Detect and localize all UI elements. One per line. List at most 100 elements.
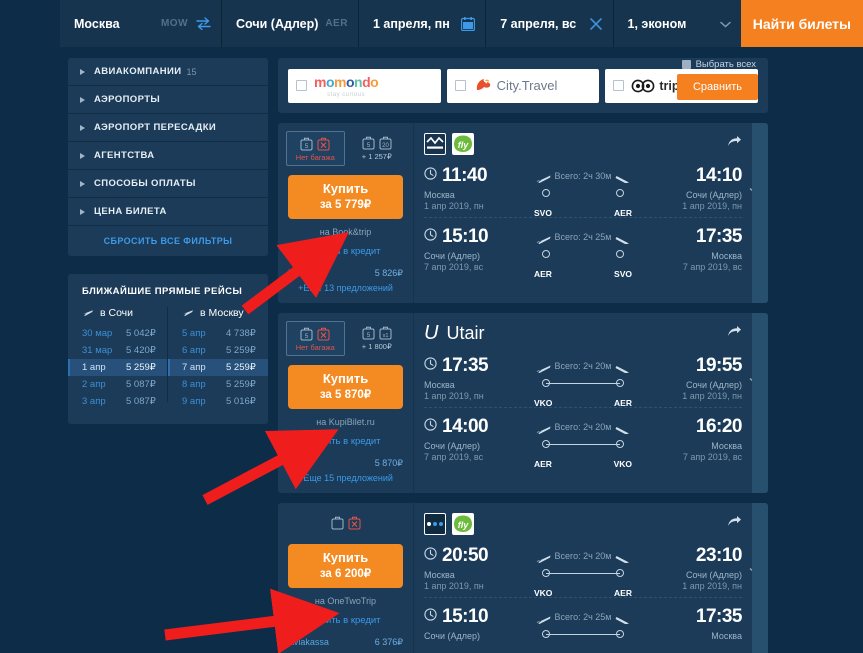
sidebar-item-airlines[interactable]: АВИАКОМПАНИИ 15: [68, 58, 268, 86]
list-item[interactable]: 5 апр 4 738₽: [168, 325, 268, 342]
arrival-time: 17:35: [695, 226, 743, 247]
filter-label: АЭРОПОРТЫ: [94, 94, 161, 105]
ticket-purchase-panel: Купить за 6 200₽ на OneTwoTrip Купить в …: [278, 502, 414, 653]
departure-time: 11:40: [442, 165, 488, 186]
momondo-logo-icon: momondo stay curious: [314, 73, 379, 98]
checkbox-icon[interactable]: [454, 80, 466, 91]
offer-row[interactable]: Aviakassa 6 376₽: [286, 637, 405, 648]
flight-date: 30 мар: [82, 328, 113, 339]
sidebar-item-ticket-price[interactable]: ЦЕНА БИЛЕТА: [68, 198, 268, 226]
plane-takeoff-icon: [536, 613, 552, 631]
return-date-field[interactable]: 7 апреля, вс: [486, 0, 614, 47]
plane-takeoff-icon: [536, 423, 552, 441]
departure-date: 1 апр 2019, пн: [424, 390, 484, 401]
offer-row[interactable]: Utair 5 870₽: [286, 458, 405, 469]
leg-departure: 15:10 Сочи (Адлер) 7 апр 2019, вс: [424, 226, 532, 272]
baggage-option-none[interactable]: 5 Нет багажа: [286, 320, 345, 356]
share-icon[interactable]: [727, 515, 742, 533]
buy-on-credit-link[interactable]: Купить в кредит: [286, 615, 405, 626]
baggage-options: 5 Нет багажа: [286, 131, 405, 166]
list-item[interactable]: 6 апр 5 259₽: [168, 342, 268, 359]
share-icon[interactable]: [727, 135, 742, 153]
buy-button[interactable]: Купить за 6 200₽: [288, 543, 403, 588]
close-icon[interactable]: [589, 17, 603, 31]
more-offers-link[interactable]: +Еще 13 предложений: [286, 283, 405, 293]
origin-field[interactable]: Москва MOW: [60, 0, 223, 47]
calendar-icon[interactable]: [461, 16, 476, 31]
list-item[interactable]: 2 апр 5 087₽: [68, 376, 168, 393]
baggage-icons: 5 20: [351, 135, 404, 150]
depart-date-field[interactable]: 1 апреля, пн: [358, 0, 487, 47]
buy-on-credit-link[interactable]: Купить в кредит: [286, 246, 405, 257]
departure-city: Москва: [424, 569, 455, 580]
ticket-flight-panel: fly: [414, 503, 768, 653]
clock-icon: [424, 547, 437, 565]
carryon-bag-icon: 5: [362, 136, 375, 150]
arrival-date: 7 апр 2019, вс: [682, 451, 742, 462]
ticket-scroll-strip[interactable]: [752, 123, 768, 303]
search-button[interactable]: Найти билеты: [740, 0, 863, 47]
flight-price: 5 042₽: [126, 328, 156, 339]
sidebar-item-agencies[interactable]: АГЕНТСТВА: [68, 142, 268, 170]
reset-filters-button[interactable]: СБРОСИТЬ ВСЕ ФИЛЬТРЫ: [68, 226, 268, 256]
leg-route: Всего: 2ч 30м SVO AER: [532, 165, 634, 218]
partner-card-citytravel[interactable]: City.Travel: [446, 68, 600, 103]
chevron-down-icon[interactable]: [720, 20, 731, 28]
departure-city: Москва: [424, 190, 455, 200]
flight-date: 1 апр: [82, 362, 106, 373]
route-node-arrival: [616, 568, 624, 577]
plane-landing-icon: [614, 423, 630, 441]
passengers-field[interactable]: 1, эконом: [613, 0, 741, 47]
more-offers-link[interactable]: +Еще 15 предложений: [286, 473, 405, 483]
buy-button[interactable]: Купить за 5 870₽: [288, 364, 403, 409]
baggage-option-add[interactable]: 5 20 + 1 257₽: [349, 131, 406, 166]
sidebar-item-transfer-airport[interactable]: АЭРОПОРТ ПЕРЕСАДКИ: [68, 114, 268, 142]
departure-time: 14:00: [442, 415, 489, 437]
arrival-city: Москва: [711, 630, 742, 641]
ticket-scroll-strip[interactable]: [752, 312, 768, 493]
list-item[interactable]: 3 апр 5 087₽: [68, 393, 168, 410]
checkbox-icon[interactable]: [681, 60, 691, 69]
chevron-right-icon: [80, 68, 85, 75]
list-item[interactable]: 9 апр 5 016₽: [168, 393, 268, 410]
list-item[interactable]: 8 апр 5 259₽: [168, 376, 268, 393]
baggage-option-add[interactable]: 5 x1 + 1 800₽: [349, 321, 406, 356]
arrival-airport-code: SVO: [614, 269, 632, 279]
buy-button[interactable]: Купить за 5 779₽: [288, 175, 403, 219]
baggage-option-none[interactable]: [329, 511, 363, 535]
nordwind-logo-icon: [424, 133, 446, 155]
sidebar-item-airports[interactable]: АЭРОПОРТЫ: [68, 86, 268, 114]
plane-landing-icon: [614, 362, 630, 380]
departure-time: 20:50: [442, 544, 489, 566]
partner-card-momondo[interactable]: momondo stay curious: [288, 68, 441, 103]
list-item-selected[interactable]: 7 апр 5 259₽: [168, 359, 268, 376]
swap-arrows-icon[interactable]: [196, 17, 211, 30]
list-item[interactable]: 31 мар 5 420₽: [68, 342, 168, 359]
offer-row[interactable]: Nordwind 5 826₽: [286, 268, 405, 279]
list-item[interactable]: 30 мар 5 042₽: [68, 325, 168, 342]
sidebar-item-payment-methods[interactable]: СПОСОБЫ ОПЛАТЫ: [68, 170, 268, 198]
list-item-selected[interactable]: 1 апр 5 259₽: [68, 359, 168, 376]
destination-field[interactable]: Сочи (Адлер) AER: [222, 0, 359, 47]
clock-icon: [424, 357, 437, 375]
plane-takeoff-icon: [536, 172, 552, 190]
leg-route: Всего: 2ч 25м: [532, 606, 634, 647]
baggage-icons: 5 x1: [351, 325, 404, 340]
ticket-scroll-strip[interactable]: [752, 502, 768, 653]
select-all-partners[interactable]: Выбрать всех: [681, 59, 756, 70]
checkbox-icon[interactable]: [296, 80, 307, 91]
checkbox-icon[interactable]: [613, 80, 625, 91]
svg-text:5: 5: [305, 334, 309, 340]
leg-arrival: 17:35 Москва: [634, 606, 743, 641]
share-icon[interactable]: [727, 325, 742, 343]
plane-takeoff-icon: [536, 552, 552, 570]
buy-on-credit-link[interactable]: Купить в кредит: [286, 436, 405, 447]
compare-button[interactable]: Сравнить: [676, 74, 758, 100]
flight-price: 5 259₽: [226, 379, 256, 390]
leg-arrival: 19:55 Сочи (Адлер) 1 апр 2019, пн: [634, 355, 742, 401]
results-column: Выбрать всех momondo stay curious City.T…: [278, 58, 768, 653]
leg-departure: 14:00 Сочи (Адлер) 7 апр 2019, вс: [424, 416, 532, 462]
flight-price: 5 420₽: [126, 345, 156, 356]
baggage-option-none[interactable]: 5 Нет багажа: [286, 131, 345, 166]
leg-departure: 20:50 Москва 1 апр 2019, пн: [424, 545, 532, 591]
